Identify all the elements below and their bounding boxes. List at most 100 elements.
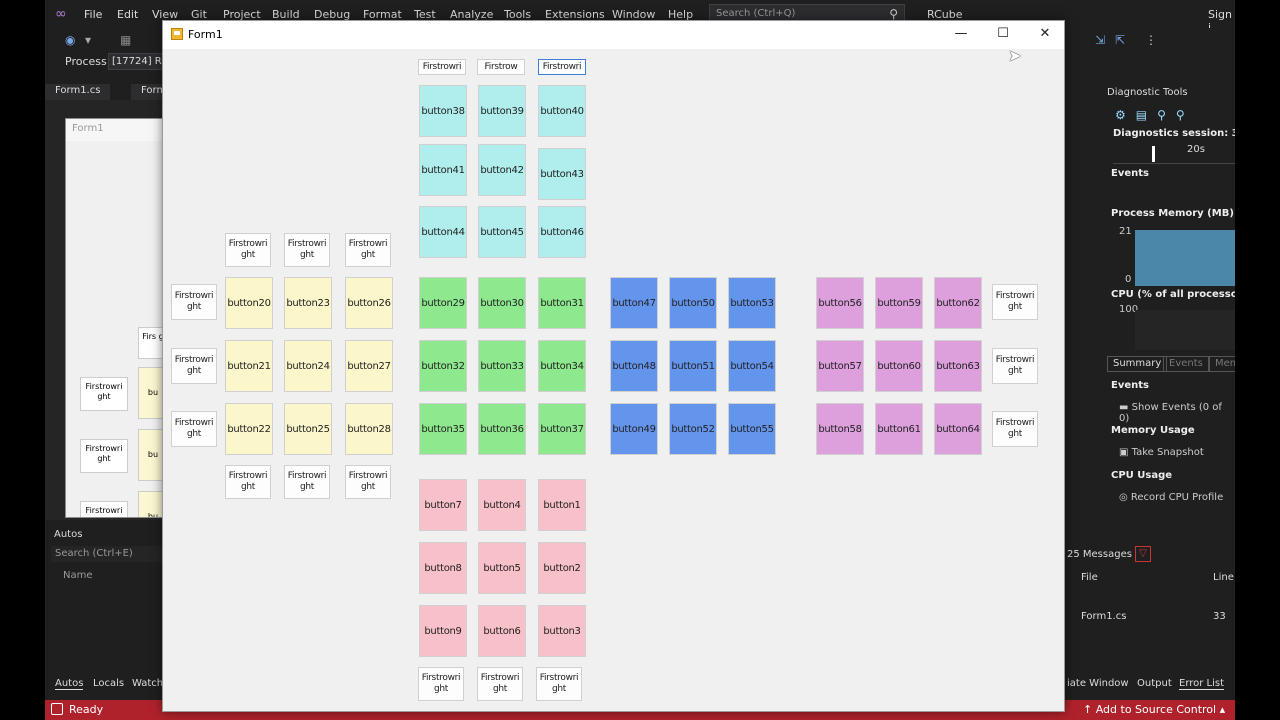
close-button[interactable]: ✕ bbox=[1024, 21, 1064, 49]
grid-button[interactable]: button32 bbox=[419, 340, 467, 392]
grid-button[interactable]: button29 bbox=[419, 277, 467, 329]
firstrowright-button[interactable]: Firstrowri ght bbox=[171, 284, 217, 320]
grid-button[interactable]: button6 bbox=[478, 605, 526, 657]
grid-button[interactable]: button55 bbox=[728, 403, 776, 455]
grid-button[interactable]: button42 bbox=[478, 144, 526, 196]
grid-button[interactable]: button50 bbox=[669, 277, 717, 329]
file-column[interactable]: File bbox=[1081, 572, 1098, 583]
tab-summary[interactable]: Summary bbox=[1107, 356, 1168, 372]
grid-button[interactable]: button36 bbox=[478, 403, 526, 455]
grid-button[interactable]: button57 bbox=[816, 340, 864, 392]
debug-target-icon[interactable]: ⇲ bbox=[1095, 33, 1105, 47]
grid-button[interactable]: button21 bbox=[225, 340, 273, 392]
more-icon[interactable]: ⋮ bbox=[1145, 33, 1157, 47]
grid-button[interactable]: button58 bbox=[816, 403, 864, 455]
tab-error-list[interactable]: Error List bbox=[1179, 678, 1225, 690]
grid-button[interactable]: button33 bbox=[478, 340, 526, 392]
error-file-cell[interactable]: Form1.cs bbox=[1081, 611, 1126, 622]
grid-button[interactable]: button45 bbox=[478, 206, 526, 258]
filter-icon[interactable]: ▽ bbox=[1135, 546, 1151, 562]
grid-button[interactable]: button53 bbox=[728, 277, 776, 329]
tab-output[interactable]: Output bbox=[1137, 678, 1172, 689]
grid-button[interactable]: button35 bbox=[419, 403, 467, 455]
grid-button[interactable]: button24 bbox=[284, 340, 332, 392]
line-column[interactable]: Line bbox=[1213, 572, 1234, 583]
firstrowright-button[interactable]: Firstrowri ght bbox=[345, 465, 391, 499]
attach-icon[interactable]: ⇱ bbox=[1115, 33, 1125, 47]
grid-button[interactable]: button20 bbox=[225, 277, 273, 329]
grid-button[interactable]: button46 bbox=[538, 206, 586, 258]
diagnostics-timeline[interactable] bbox=[1113, 144, 1235, 164]
process-memory-section[interactable]: Process Memory (MB) bbox=[1111, 208, 1234, 219]
minimize-button[interactable]: — bbox=[940, 21, 982, 49]
firstrowright-button[interactable]: Firstrowri ght bbox=[284, 465, 330, 499]
designer-button[interactable]: Firstrowri ght bbox=[80, 501, 128, 517]
designer-button[interactable]: Firstrowri ght bbox=[80, 377, 128, 411]
grid-button[interactable]: button27 bbox=[345, 340, 393, 392]
grid-button[interactable]: button51 bbox=[669, 340, 717, 392]
tab-locals[interactable]: Locals bbox=[93, 678, 124, 689]
grid-button[interactable]: button62 bbox=[934, 277, 982, 329]
grid-button[interactable]: button34 bbox=[538, 340, 586, 392]
grid-button[interactable]: button30 bbox=[478, 277, 526, 329]
tab-autos[interactable]: Autos bbox=[55, 678, 84, 690]
firstrowright-button[interactable]: Firstrowri ght bbox=[992, 348, 1038, 384]
grid-button[interactable]: button2 bbox=[538, 542, 586, 594]
tab-immediate-window[interactable]: iate Window bbox=[1067, 678, 1129, 689]
grid-button[interactable]: button52 bbox=[669, 403, 717, 455]
autos-search-input[interactable]: Search (Ctrl+E) bbox=[51, 546, 163, 562]
firstrowright-button[interactable]: Firstrowri ght bbox=[992, 411, 1038, 447]
grid-button[interactable]: button8 bbox=[419, 542, 467, 594]
autos-name-column[interactable]: Name bbox=[63, 570, 93, 581]
firstrowright-button[interactable]: Firstrowri ght bbox=[418, 667, 464, 701]
back-icon[interactable]: ◉ bbox=[65, 33, 75, 47]
process-select[interactable]: [17724] RC bbox=[108, 53, 168, 70]
tab-form1-cs[interactable]: Form1.cs bbox=[45, 84, 111, 100]
grid-button[interactable]: button40 bbox=[538, 85, 586, 137]
firstrow-button[interactable]: Firstrow bbox=[477, 59, 525, 75]
take-snapshot-button[interactable]: ▣ Take Snapshot bbox=[1119, 447, 1204, 458]
firstrowright-button[interactable]: Firstrowri ght bbox=[345, 233, 391, 267]
show-events-link[interactable]: ▬ Show Events (0 of 0) bbox=[1119, 402, 1235, 424]
firstrowright-button[interactable]: Firstrowri ght bbox=[284, 233, 330, 267]
grid-button[interactable]: button47 bbox=[610, 277, 658, 329]
grid-button[interactable]: button3 bbox=[538, 605, 586, 657]
tab-events[interactable]: Events bbox=[1163, 356, 1209, 372]
diagnostic-toolbar-icons[interactable]: ⚙▤⚲⚲ bbox=[1115, 108, 1195, 122]
grid-button[interactable]: button48 bbox=[610, 340, 658, 392]
grid-button[interactable]: button37 bbox=[538, 403, 586, 455]
tab-watch[interactable]: Watch bbox=[132, 678, 163, 689]
firstrowright-button[interactable]: Firstrowri ght bbox=[225, 465, 271, 499]
grid-button[interactable]: button4 bbox=[478, 479, 526, 531]
grid-button[interactable]: button38 bbox=[419, 85, 467, 137]
form-titlebar[interactable]: Form1 — ☐ ✕ bbox=[163, 21, 1064, 49]
designer-button[interactable]: bu bbox=[138, 491, 164, 517]
grid-button[interactable]: button31 bbox=[538, 277, 586, 329]
firstrowright-button[interactable]: Firstrowri ght bbox=[171, 411, 217, 447]
firstrowright-button[interactable]: Firstrowri ght bbox=[992, 284, 1038, 320]
grid-button[interactable]: button59 bbox=[875, 277, 923, 329]
designer-button[interactable]: bu bbox=[138, 367, 164, 419]
grid-button[interactable]: button22 bbox=[225, 403, 273, 455]
designer-button[interactable]: Firstrowri ght bbox=[80, 439, 128, 473]
grid-button[interactable]: button63 bbox=[934, 340, 982, 392]
grid-button[interactable]: button25 bbox=[284, 403, 332, 455]
designer-partial-button[interactable]: Firs g bbox=[138, 327, 164, 359]
save-all-icon[interactable]: ▦ bbox=[120, 33, 131, 47]
cpu-section[interactable]: CPU (% of all processors bbox=[1111, 289, 1235, 300]
grid-button[interactable]: button23 bbox=[284, 277, 332, 329]
grid-button[interactable]: button43 bbox=[538, 148, 586, 200]
firstrowright-button[interactable]: Firstrowri ght bbox=[171, 348, 217, 384]
grid-button[interactable]: button9 bbox=[419, 605, 467, 657]
grid-button[interactable]: button7 bbox=[419, 479, 467, 531]
firstrowright-button[interactable]: Firstrowri ght bbox=[477, 667, 523, 701]
grid-button[interactable]: button49 bbox=[610, 403, 658, 455]
grid-button[interactable]: button28 bbox=[345, 403, 393, 455]
grid-button[interactable]: button39 bbox=[478, 85, 526, 137]
timeline-marker[interactable] bbox=[1152, 146, 1155, 162]
grid-button[interactable]: button41 bbox=[419, 144, 467, 196]
grid-button[interactable]: button44 bbox=[419, 206, 467, 258]
add-to-source-control[interactable]: ↑ Add to Source Control ▴ bbox=[1083, 703, 1225, 716]
grid-button[interactable]: button56 bbox=[816, 277, 864, 329]
error-line-cell[interactable]: 33 bbox=[1213, 611, 1226, 622]
